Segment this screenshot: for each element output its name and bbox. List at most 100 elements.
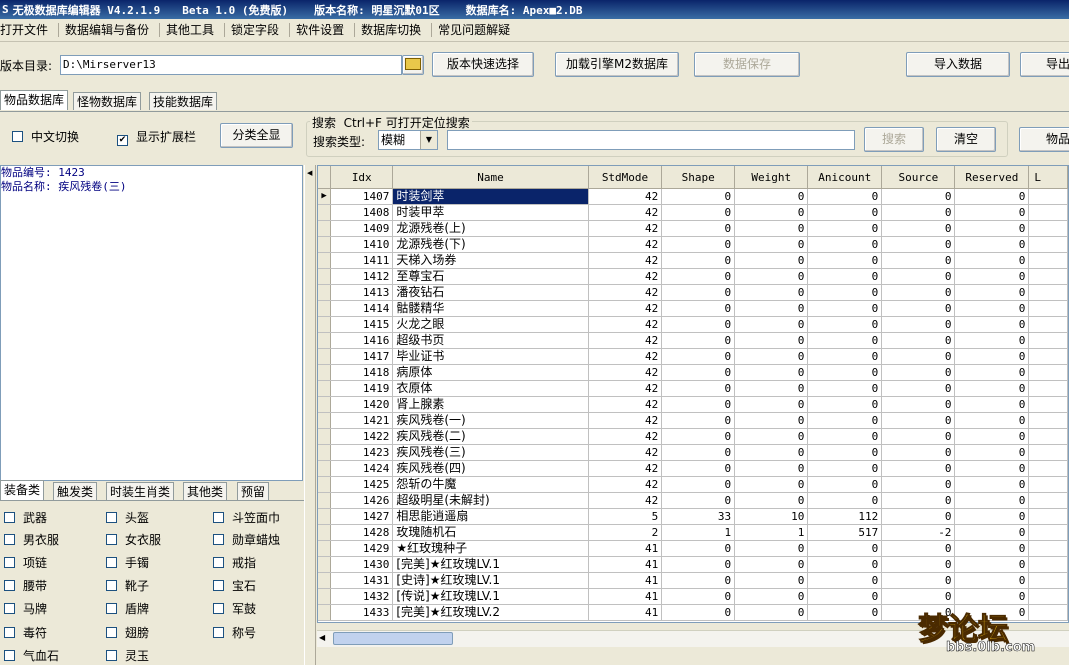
cell-weight[interactable]: 0 bbox=[734, 380, 809, 397]
cell-l[interactable] bbox=[1028, 204, 1068, 221]
row-indicator[interactable]: ▶ bbox=[318, 188, 332, 205]
cell-l[interactable] bbox=[1028, 316, 1068, 333]
cell-reserved[interactable]: 0 bbox=[954, 236, 1030, 253]
cell-stdmode[interactable]: 42 bbox=[588, 268, 663, 285]
cell-name[interactable]: 龙源残卷(下) bbox=[392, 236, 589, 253]
cell-anicount[interactable]: 112 bbox=[807, 508, 883, 525]
tab-other[interactable]: 其他类 bbox=[183, 482, 228, 500]
cell-l[interactable] bbox=[1028, 444, 1068, 461]
cell-shape[interactable]: 0 bbox=[661, 252, 736, 269]
table-row[interactable]: 1428 玫瑰随机石 2 1 1 517 -2 0 bbox=[318, 524, 1068, 541]
tab-monster-database[interactable]: 怪物数据库 bbox=[73, 92, 142, 110]
cell-anicount[interactable]: 0 bbox=[807, 556, 883, 573]
category-checkbox[interactable] bbox=[213, 627, 224, 638]
column-header-reserved[interactable]: Reserved bbox=[954, 166, 1030, 189]
row-indicator[interactable] bbox=[318, 428, 332, 445]
row-indicator[interactable] bbox=[318, 364, 332, 381]
cell-weight[interactable]: 0 bbox=[734, 300, 809, 317]
cell-name[interactable]: 疾风残卷(一) bbox=[392, 412, 589, 429]
cell-shape[interactable]: 0 bbox=[661, 204, 736, 221]
cell-idx[interactable]: 1432 bbox=[330, 588, 394, 605]
row-indicator[interactable] bbox=[318, 604, 332, 621]
cell-anicount[interactable]: 0 bbox=[807, 332, 883, 349]
search-type-select[interactable]: 模糊 ▼ bbox=[378, 130, 438, 150]
table-row[interactable]: 1430 [完美]★红玫瑰LV.1 41 0 0 0 0 0 bbox=[318, 556, 1068, 573]
item-button[interactable]: 物品 bbox=[1019, 127, 1069, 152]
cell-l[interactable] bbox=[1028, 300, 1068, 317]
cell-name[interactable]: 疾风残卷(三) bbox=[392, 444, 589, 461]
category-checkbox[interactable] bbox=[213, 557, 224, 568]
column-header-weight[interactable]: Weight bbox=[734, 166, 809, 189]
cell-reserved[interactable]: 0 bbox=[954, 444, 1030, 461]
cell-stdmode[interactable]: 42 bbox=[588, 364, 663, 381]
column-header-shape[interactable]: Shape bbox=[661, 166, 736, 189]
cell-stdmode[interactable]: 42 bbox=[588, 380, 663, 397]
cell-weight[interactable]: 0 bbox=[734, 364, 809, 381]
cell-l[interactable] bbox=[1028, 188, 1068, 205]
cell-name[interactable]: [完美]★红玫瑰LV.1 bbox=[392, 556, 589, 573]
cell-name[interactable]: 超级书页 bbox=[392, 332, 589, 349]
cell-anicount[interactable]: 0 bbox=[807, 300, 883, 317]
menu-faq[interactable]: 常见问题解疑 bbox=[432, 23, 520, 37]
cell-shape[interactable]: 0 bbox=[661, 348, 736, 365]
cell-reserved[interactable]: 0 bbox=[954, 268, 1030, 285]
table-row[interactable]: 1413 潘夜钻石 42 0 0 0 0 0 bbox=[318, 284, 1068, 301]
cell-name[interactable]: 肾上腺素 bbox=[392, 396, 589, 413]
category-checkbox[interactable] bbox=[106, 580, 117, 591]
category-title[interactable]: 称号 bbox=[213, 624, 256, 641]
cell-l[interactable] bbox=[1028, 268, 1068, 285]
row-indicator[interactable] bbox=[318, 348, 332, 365]
category-checkbox[interactable] bbox=[106, 603, 117, 614]
cell-anicount[interactable]: 0 bbox=[807, 316, 883, 333]
cell-shape[interactable]: 0 bbox=[661, 284, 736, 301]
cell-weight[interactable]: 0 bbox=[734, 188, 809, 205]
cell-stdmode[interactable]: 41 bbox=[588, 588, 663, 605]
cell-idx[interactable]: 1410 bbox=[330, 236, 394, 253]
cell-anicount[interactable]: 0 bbox=[807, 396, 883, 413]
cell-l[interactable] bbox=[1028, 524, 1068, 541]
cell-stdmode[interactable]: 42 bbox=[588, 428, 663, 445]
cell-idx[interactable]: 1424 bbox=[330, 460, 394, 477]
cell-weight[interactable]: 0 bbox=[734, 428, 809, 445]
cell-anicount[interactable]: 0 bbox=[807, 588, 883, 605]
cell-stdmode[interactable]: 42 bbox=[588, 476, 663, 493]
menu-data-edit-backup[interactable]: 数据编辑与备份 bbox=[59, 23, 161, 37]
category-checkbox[interactable] bbox=[106, 650, 117, 661]
cell-reserved[interactable]: 0 bbox=[954, 588, 1030, 605]
cell-source[interactable]: 0 bbox=[881, 252, 956, 269]
cell-anicount[interactable]: 0 bbox=[807, 460, 883, 477]
cell-anicount[interactable]: 0 bbox=[807, 284, 883, 301]
cell-l[interactable] bbox=[1028, 252, 1068, 269]
cell-shape[interactable]: 0 bbox=[661, 316, 736, 333]
cell-weight[interactable]: 0 bbox=[734, 444, 809, 461]
category-checkbox[interactable] bbox=[4, 580, 15, 591]
column-header-stdmode[interactable]: StdMode bbox=[588, 166, 663, 189]
cell-shape[interactable]: 0 bbox=[661, 380, 736, 397]
cell-stdmode[interactable]: 41 bbox=[588, 604, 663, 621]
cell-weight[interactable]: 0 bbox=[734, 588, 809, 605]
cell-source[interactable]: 0 bbox=[881, 492, 956, 509]
category-checkbox[interactable] bbox=[213, 512, 224, 523]
cell-weight[interactable]: 0 bbox=[734, 492, 809, 509]
cell-reserved[interactable]: 0 bbox=[954, 332, 1030, 349]
cell-reserved[interactable]: 0 bbox=[954, 428, 1030, 445]
column-header-idx[interactable]: Idx bbox=[330, 166, 394, 189]
clear-button[interactable]: 清空 bbox=[936, 127, 996, 152]
column-header-anicount[interactable]: Anicount bbox=[807, 166, 883, 189]
cell-shape[interactable]: 0 bbox=[661, 460, 736, 477]
cell-idx[interactable]: 1416 bbox=[330, 332, 394, 349]
table-row[interactable]: 1426 超级明星(未解封) 42 0 0 0 0 0 bbox=[318, 492, 1068, 509]
row-indicator[interactable] bbox=[318, 268, 332, 285]
cell-source[interactable]: 0 bbox=[881, 284, 956, 301]
cell-l[interactable] bbox=[1028, 508, 1068, 525]
cell-reserved[interactable]: 0 bbox=[954, 316, 1030, 333]
cell-reserved[interactable]: 0 bbox=[954, 300, 1030, 317]
cell-name[interactable]: 毕业证书 bbox=[392, 348, 589, 365]
column-header-name[interactable]: Name bbox=[392, 166, 589, 189]
cell-shape[interactable]: 0 bbox=[661, 332, 736, 349]
table-row[interactable]: 1431 [史诗]★红玫瑰LV.1 41 0 0 0 0 0 bbox=[318, 572, 1068, 589]
cell-idx[interactable]: 1421 bbox=[330, 412, 394, 429]
cell-reserved[interactable]: 0 bbox=[954, 492, 1030, 509]
table-row[interactable]: 1415 火龙之眼 42 0 0 0 0 0 bbox=[318, 316, 1068, 333]
cell-weight[interactable]: 0 bbox=[734, 540, 809, 557]
